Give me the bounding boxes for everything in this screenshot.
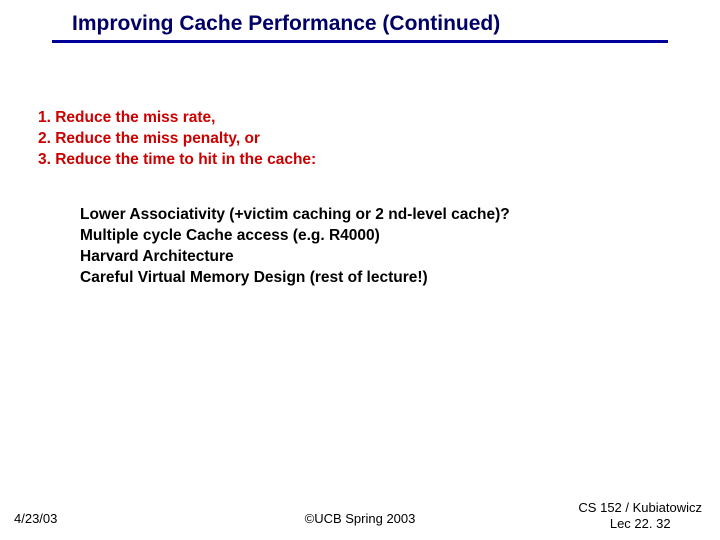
strategy-item-2: 2. Reduce the miss penalty, or (38, 129, 678, 150)
footer-lecture: Lec 22. 32 (578, 516, 702, 532)
technique-item-4: Careful Virtual Memory Design (rest of l… (80, 268, 678, 289)
slide: Improving Cache Performance (Continued) … (0, 0, 720, 540)
technique-item-1: Lower Associativity (+victim caching or … (80, 205, 678, 226)
footer-course-info: CS 152 / Kubiatowicz Lec 22. 32 (578, 500, 702, 533)
title-block: Improving Cache Performance (Continued) (52, 12, 668, 43)
footer-course: CS 152 / Kubiatowicz (578, 500, 702, 516)
body-content: 1. Reduce the miss rate, 2. Reduce the m… (38, 108, 678, 288)
strategy-item-3: 3. Reduce the time to hit in the cache: (38, 150, 678, 171)
slide-title: Improving Cache Performance (Continued) (52, 12, 668, 40)
strategy-item-1: 1. Reduce the miss rate, (38, 108, 678, 129)
title-underline (52, 40, 668, 43)
technique-list: Lower Associativity (+victim caching or … (80, 205, 678, 289)
technique-item-3: Harvard Architecture (80, 247, 678, 268)
strategy-list: 1. Reduce the miss rate, 2. Reduce the m… (38, 108, 678, 171)
technique-item-2: Multiple cycle Cache access (e.g. R4000) (80, 226, 678, 247)
